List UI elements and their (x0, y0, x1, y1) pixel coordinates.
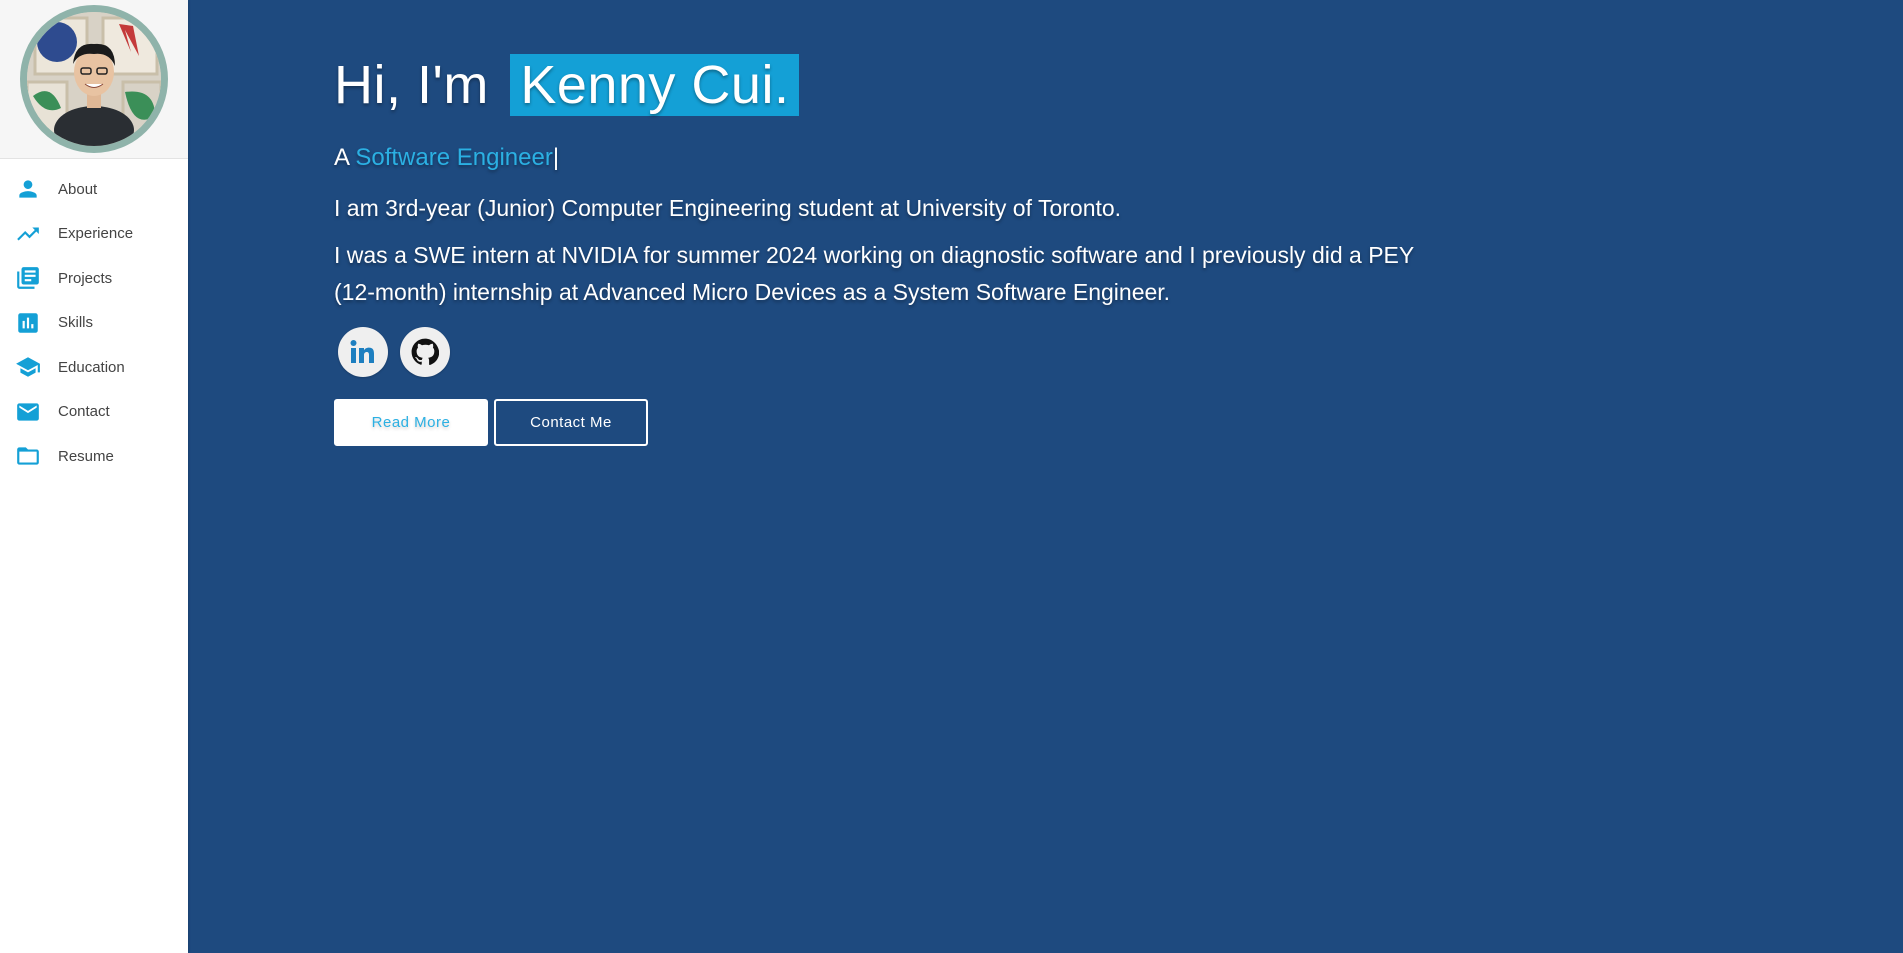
github-icon (411, 338, 439, 365)
hero-section: Hi, I'm Kenny Cui. A Software Engineer| … (334, 50, 1634, 446)
sidebar-item-resume[interactable]: Resume (0, 434, 188, 479)
sidebar-item-label: About (58, 180, 98, 198)
experience-paragraph: I was a SWE intern at NVIDIA for summer … (334, 242, 1414, 305)
bar-chart-icon (14, 309, 42, 337)
trending-up-icon (14, 220, 42, 248)
github-link[interactable] (400, 327, 450, 377)
sidebar-item-skills[interactable]: Skills (0, 301, 188, 346)
mail-icon (14, 398, 42, 426)
sidebar-item-label: Experience (58, 225, 134, 243)
greeting-text: Hi, I'm (334, 55, 489, 115)
subtitle-prefix: A (334, 144, 349, 171)
sidebar-nav: About Experience Projects Skills Educati… (0, 159, 188, 479)
intro-paragraph: I am 3rd-year (Junior) Computer Engineer… (334, 195, 1122, 221)
main-content: Hi, I'm Kenny Cui. A Software Engineer| … (188, 0, 1903, 953)
sidebar-item-about[interactable]: About (0, 167, 188, 212)
sidebar-item-label: Resume (58, 447, 114, 465)
sidebar-item-experience[interactable]: Experience (0, 212, 188, 257)
hero-name: Kenny Cui. (510, 54, 800, 116)
linkedin-link[interactable] (338, 327, 388, 377)
read-more-button[interactable]: Read More (334, 399, 488, 446)
sidebar-item-projects[interactable]: Projects (0, 256, 188, 301)
folder-icon (14, 442, 42, 470)
hero-subtitle: A Software Engineer| (334, 144, 1634, 172)
avatar[interactable] (20, 5, 168, 153)
contact-me-button[interactable]: Contact Me (494, 399, 648, 446)
sidebar-item-label: Contact (58, 403, 110, 421)
sidebar-item-education[interactable]: Education (0, 345, 188, 390)
typed-role: Software Engineer (355, 144, 553, 171)
sidebar-item-contact[interactable]: Contact (0, 390, 188, 435)
sidebar-item-label: Projects (58, 269, 113, 287)
avatar-photo (27, 12, 161, 146)
avatar-container (0, 0, 188, 159)
person-icon (14, 175, 42, 203)
school-icon (14, 353, 42, 381)
linkedin-icon (350, 340, 374, 363)
hero-heading: Hi, I'm Kenny Cui. (334, 50, 1634, 120)
sidebar-item-label: Skills (58, 314, 94, 332)
sidebar: About Experience Projects Skills Educati… (0, 0, 188, 953)
library-books-icon (14, 264, 42, 292)
social-links (338, 327, 1634, 377)
typing-cursor: | (552, 144, 560, 171)
sidebar-item-label: Education (58, 358, 125, 376)
cta-buttons: Read More Contact Me (334, 399, 1634, 446)
